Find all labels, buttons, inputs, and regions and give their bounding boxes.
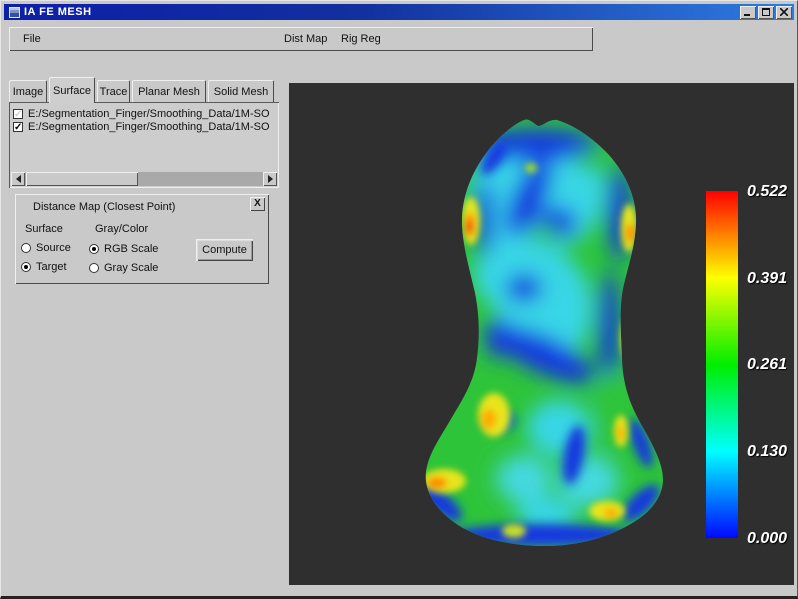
tab-planar-mesh[interactable]: Planar Mesh xyxy=(132,80,206,103)
minimize-button[interactable] xyxy=(740,5,756,19)
panel-title: Distance Map (Closest Point) xyxy=(33,201,176,213)
tab-image[interactable]: Image xyxy=(9,80,47,103)
radio-gray-scale[interactable]: Gray Scale xyxy=(89,262,158,274)
menu-bar: File Dist Map Rig Reg xyxy=(9,27,593,51)
distance-map-panel: Distance Map (Closest Point) X Surface G… xyxy=(15,194,269,284)
scroll-left-button[interactable] xyxy=(11,172,25,186)
radio-label: Gray Scale xyxy=(104,262,159,274)
list-item[interactable]: ✓ E:/Segmentation_Finger/Smoothing_Data/… xyxy=(13,120,275,133)
radio-label: Source xyxy=(36,242,71,254)
list-item[interactable]: ✓ E:/Segmentation_Finger/Smoothing_Data/… xyxy=(13,107,275,120)
radio-icon[interactable] xyxy=(21,243,31,253)
window-title: IA FE MESH xyxy=(24,6,92,18)
radio-label: RGB Scale xyxy=(104,243,159,255)
app-window: IA FE MESH File Dist Map Rig Reg Image S… xyxy=(0,0,798,599)
scrollbar-thumb[interactable] xyxy=(26,172,138,186)
radio-label: Target xyxy=(36,261,67,273)
radio-icon[interactable] xyxy=(21,262,31,272)
app-icon[interactable] xyxy=(9,6,20,18)
checkbox-icon[interactable]: ✓ xyxy=(13,121,23,132)
maximize-icon xyxy=(762,8,770,16)
tab-surface[interactable]: Surface xyxy=(49,77,95,103)
panel-close-button[interactable]: X xyxy=(250,197,265,211)
colorbar-label: 0.261 xyxy=(747,356,788,373)
menu-file[interactable]: File xyxy=(19,31,45,47)
colorbar-label: 0.391 xyxy=(747,270,788,287)
close-button[interactable] xyxy=(776,5,792,19)
arrow-left-icon xyxy=(15,175,21,183)
file-path: E:/Segmentation_Finger/Smoothing_Data/1M… xyxy=(28,107,270,120)
arrow-right-icon xyxy=(267,175,273,183)
tab-solid-mesh[interactable]: Solid Mesh xyxy=(208,80,274,103)
file-path: E:/Segmentation_Finger/Smoothing_Data/1M… xyxy=(28,120,270,133)
title-bar[interactable]: IA FE MESH xyxy=(4,4,794,20)
surface-file-list: ✓ E:/Segmentation_Finger/Smoothing_Data/… xyxy=(9,102,279,188)
radio-icon[interactable] xyxy=(89,244,99,254)
radio-source[interactable]: Source xyxy=(21,242,71,254)
scroll-right-button[interactable] xyxy=(263,172,277,186)
radio-rgb-scale[interactable]: RGB Scale xyxy=(89,243,158,255)
colorbar-label: 0.000 xyxy=(747,530,788,547)
radio-icon[interactable] xyxy=(89,263,99,273)
checkbox-icon[interactable]: ✓ xyxy=(13,108,23,119)
radio-target[interactable]: Target xyxy=(21,261,67,273)
minimize-icon xyxy=(744,13,750,16)
compute-button[interactable]: Compute xyxy=(196,239,253,261)
surface-group-label: Surface xyxy=(25,223,63,235)
colorbar-gradient xyxy=(706,191,738,538)
render-viewport[interactable]: 0.522 0.391 0.261 0.130 0.000 xyxy=(289,83,794,585)
colorbar-label: 0.522 xyxy=(747,183,788,200)
menu-rig-reg[interactable]: Rig Reg xyxy=(337,31,385,47)
close-icon xyxy=(780,8,788,16)
horizontal-scrollbar[interactable] xyxy=(11,172,277,186)
menu-dist-map[interactable]: Dist Map xyxy=(280,31,331,47)
graycolor-group-label: Gray/Color xyxy=(95,223,149,235)
tab-trace[interactable]: Trace xyxy=(97,80,130,103)
maximize-button[interactable] xyxy=(758,5,774,19)
colorbar-label: 0.130 xyxy=(747,443,788,460)
